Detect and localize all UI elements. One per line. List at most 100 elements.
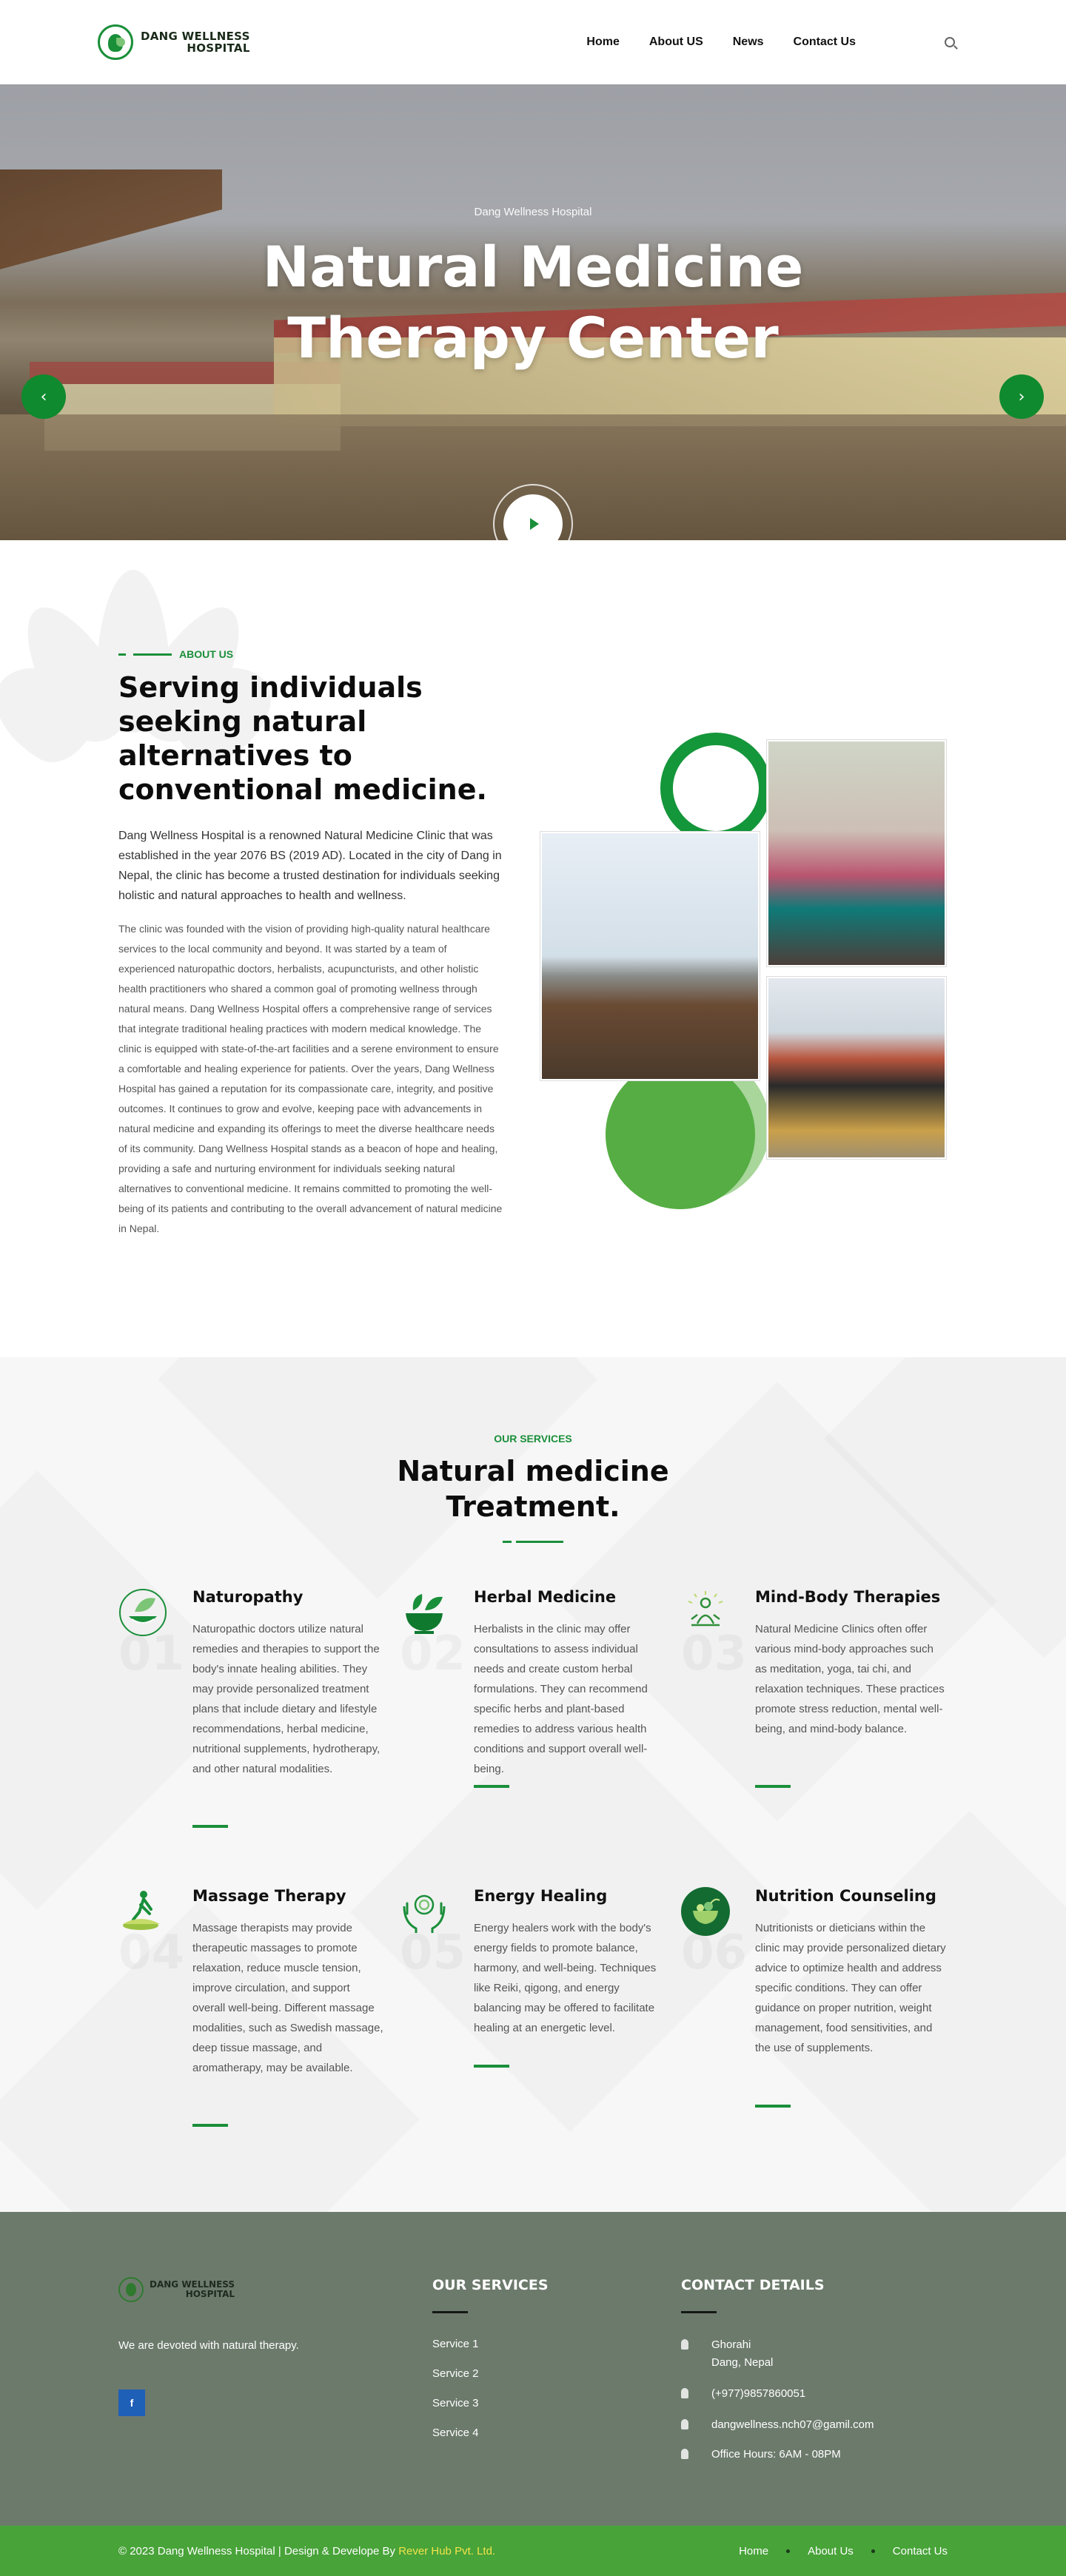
copyright-text: © 2023 Dang Wellness Hospital | Design &… bbox=[118, 2544, 399, 2557]
nav-about[interactable]: About US bbox=[649, 36, 703, 49]
clock-icon bbox=[681, 2449, 688, 2459]
service-text: Natural Medicine Clinics often offer var… bbox=[755, 1623, 945, 1735]
service-underline bbox=[474, 1785, 509, 1788]
services-eyebrow: OUR SERVICES bbox=[494, 1433, 572, 1445]
service-title: Nutrition Counseling bbox=[755, 1887, 936, 1905]
service-underline bbox=[755, 2105, 791, 2108]
site-logo[interactable]: DANG WELLNESS HOSPITAL bbox=[98, 24, 250, 60]
about-gallery bbox=[540, 733, 955, 1251]
footer-logo-text: DANG WELLNESS HOSPITAL bbox=[150, 2280, 235, 2299]
footer-tagline: We are devoted with natural therapy. bbox=[118, 2339, 299, 2352]
service-underline bbox=[192, 2124, 228, 2127]
service-title: Herbal Medicine bbox=[474, 1588, 617, 1606]
service-text: Herbalists in the clinic may offer consu… bbox=[474, 1623, 648, 1775]
photo-hospital-grounds bbox=[540, 832, 760, 1080]
bottom-nav: Home About Us Contact Us bbox=[739, 2545, 948, 2557]
service-underline bbox=[192, 1825, 228, 1828]
nav-separator bbox=[871, 2549, 875, 2553]
logo-text: DANG WELLNESS HOSPITAL bbox=[141, 30, 250, 54]
main-nav: Home About US News Contact Us bbox=[586, 36, 955, 49]
facebook-icon: f bbox=[130, 2397, 134, 2409]
credit-link[interactable]: Rever Hub Pvt. Ltd. bbox=[398, 2545, 495, 2557]
about-text: ABOUT US Serving individuals seeking nat… bbox=[118, 648, 503, 1239]
chevron-right-icon: › bbox=[1018, 387, 1025, 406]
service-title: Massage Therapy bbox=[192, 1887, 346, 1905]
service-title: Mind-Body Therapies bbox=[755, 1588, 941, 1606]
photo-patient-seated bbox=[767, 977, 946, 1159]
service-title: Naturopathy bbox=[192, 1588, 304, 1606]
logo-line1: DANG WELLNESS bbox=[141, 30, 250, 43]
site-footer: DANG WELLNESS HOSPITAL We are devoted wi… bbox=[0, 2212, 1066, 2526]
site-header: DANG WELLNESS HOSPITAL Home About US New… bbox=[0, 0, 1066, 84]
eyebrow-dash bbox=[118, 653, 126, 656]
phone-icon bbox=[681, 2388, 688, 2398]
nutrition-bowl-icon bbox=[681, 1887, 730, 1936]
email-text: dangwellness.nch07@gamil.com bbox=[711, 2418, 874, 2431]
footer-contact-title: CONTACT DETAILS bbox=[681, 2277, 825, 2293]
nav-contact[interactable]: Contact Us bbox=[794, 36, 856, 49]
services-section: OUR SERVICES Natural medicine Treatment.… bbox=[0, 1357, 1066, 2212]
footer-services-title: OUR SERVICES bbox=[432, 2277, 549, 2293]
address-line1: Ghorahi bbox=[711, 2338, 751, 2351]
services-title: Natural medicine Treatment. bbox=[0, 1453, 1066, 1524]
services-title-line1: Natural medicine bbox=[397, 1455, 669, 1487]
location-icon bbox=[681, 2339, 688, 2350]
about-title: Serving individuals seeking natural alte… bbox=[118, 671, 487, 806]
bottom-nav-home[interactable]: Home bbox=[739, 2545, 768, 2557]
leaf-bowl-icon bbox=[119, 1589, 167, 1636]
massage-icon bbox=[123, 1891, 160, 1930]
footer-link-service-4[interactable]: Service 4 bbox=[432, 2427, 479, 2439]
phone-text: (+977)9857860051 bbox=[711, 2387, 806, 2400]
footer-phone[interactable]: (+977)9857860051 bbox=[681, 2385, 805, 2403]
footer-email[interactable]: dangwellness.nch07@gamil.com bbox=[681, 2416, 874, 2434]
footer-address: Ghorahi Dang, Nepal bbox=[681, 2336, 773, 2372]
nav-separator bbox=[786, 2549, 791, 2553]
slider-prev-button[interactable]: ‹ bbox=[21, 374, 66, 419]
service-underline bbox=[755, 1785, 791, 1788]
footer-link-service-1[interactable]: Service 1 bbox=[432, 2338, 479, 2350]
hero-title-line1: Natural Medicine bbox=[262, 234, 804, 300]
about-body: The clinic was founded with the vision o… bbox=[118, 923, 503, 1234]
logo-line2: HOSPITAL bbox=[187, 41, 250, 55]
about-section: ABOUT US Serving individuals seeking nat… bbox=[0, 540, 1066, 1357]
footer-link-service-2[interactable]: Service 2 bbox=[432, 2367, 479, 2380]
about-eyebrow: ABOUT US bbox=[118, 648, 503, 660]
search-icon[interactable] bbox=[945, 37, 955, 47]
play-icon bbox=[530, 518, 539, 530]
bottom-nav-about[interactable]: About Us bbox=[808, 2545, 854, 2557]
bottom-nav-contact[interactable]: Contact Us bbox=[893, 2545, 948, 2557]
footer-logo[interactable]: DANG WELLNESS HOSPITAL bbox=[118, 2277, 235, 2302]
facebook-button[interactable]: f bbox=[118, 2390, 145, 2416]
service-text: Energy healers work with the body's ener… bbox=[474, 1922, 657, 2034]
photo-treatment-room bbox=[767, 740, 946, 966]
hero-content: Dang Wellness Hospital Natural Medicine … bbox=[0, 206, 1066, 374]
footer-link-service-3[interactable]: Service 3 bbox=[432, 2397, 479, 2409]
service-title: Energy Healing bbox=[474, 1887, 608, 1905]
hero-title-line2: Therapy Center bbox=[287, 305, 779, 371]
hero-subtitle: Dang Wellness Hospital bbox=[474, 206, 592, 218]
services-divider bbox=[0, 1541, 1066, 1543]
slider-next-button[interactable]: › bbox=[999, 374, 1044, 419]
service-underline bbox=[474, 2065, 509, 2068]
copyright: © 2023 Dang Wellness Hospital | Design &… bbox=[118, 2545, 495, 2557]
nav-home[interactable]: Home bbox=[586, 36, 619, 49]
hours-text: Office Hours: 6AM - 08PM bbox=[711, 2448, 841, 2461]
address-line2: Dang, Nepal bbox=[711, 2356, 774, 2369]
footer-hours: Office Hours: 6AM - 08PM bbox=[681, 2446, 841, 2464]
service-text: Naturopathic doctors utilize natural rem… bbox=[192, 1623, 381, 1775]
meditation-icon bbox=[688, 1591, 723, 1627]
services-header: OUR SERVICES Natural medicine Treatment. bbox=[0, 1433, 1066, 1543]
about-eyebrow-label: ABOUT US bbox=[179, 648, 234, 660]
energy-hands-icon bbox=[403, 1894, 446, 1933]
footer-logo-leaf-icon bbox=[118, 2277, 144, 2302]
bottom-bar: © 2023 Dang Wellness Hospital | Design &… bbox=[0, 2526, 1066, 2576]
nav-news[interactable]: News bbox=[733, 36, 764, 49]
footer-services-rule bbox=[432, 2311, 468, 2313]
about-lead: Dang Wellness Hospital is a renowned Nat… bbox=[118, 830, 502, 902]
hero-slider: Dang Wellness Hospital Natural Medicine … bbox=[0, 84, 1066, 540]
eyebrow-line bbox=[133, 653, 172, 656]
mail-icon bbox=[681, 2419, 688, 2429]
herbal-mortar-icon bbox=[406, 1594, 443, 1634]
logo-leaf-icon bbox=[98, 24, 133, 60]
footer-logo-line2: HOSPITAL bbox=[185, 2289, 235, 2299]
